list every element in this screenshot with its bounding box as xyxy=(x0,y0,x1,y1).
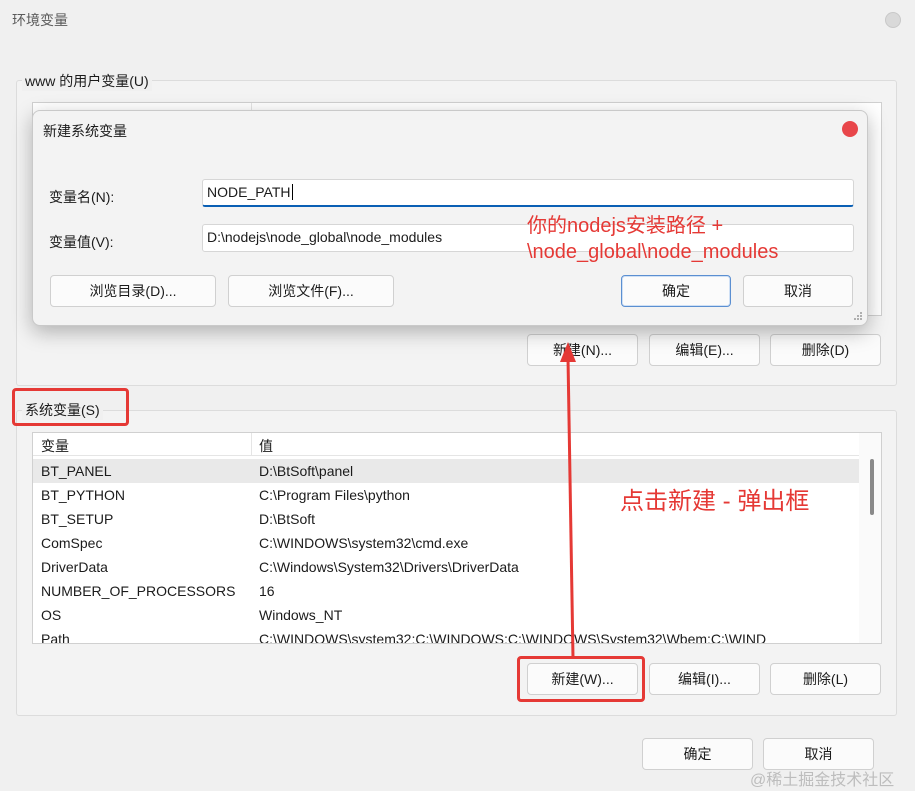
row-name: BT_PYTHON xyxy=(41,487,126,503)
variable-value-text: D:\nodejs\node_global\node_modules xyxy=(207,229,443,245)
user-edit-button[interactable]: 编辑(E)... xyxy=(649,334,760,366)
column-header-name[interactable]: 变量 xyxy=(41,436,69,456)
row-name: Path xyxy=(41,631,70,644)
variable-name-input[interactable]: NODE_PATH xyxy=(202,179,854,207)
row-value: 16 xyxy=(259,583,275,599)
system-edit-button[interactable]: 编辑(I)... xyxy=(649,663,760,695)
table-row[interactable]: DriverData C:\Windows\System32\Drivers\D… xyxy=(33,555,859,579)
scrollbar-thumb[interactable] xyxy=(870,459,874,515)
window-close-icon[interactable] xyxy=(885,12,901,28)
variable-name-label: 变量名(N): xyxy=(49,189,115,205)
row-value: Windows_NT xyxy=(259,607,343,623)
annotation-arrow xyxy=(560,342,576,659)
row-name: BT_PANEL xyxy=(41,463,112,479)
dialog-cancel-button[interactable]: 取消 xyxy=(743,275,853,307)
row-name: DriverData xyxy=(41,559,108,575)
row-value: D:\BtSoft\panel xyxy=(259,463,354,479)
row-value: C:\WINDOWS\system32\cmd.exe xyxy=(259,535,469,551)
table-row[interactable]: NUMBER_OF_PROCESSORS 16 xyxy=(33,579,859,603)
table-row[interactable]: Path C:\WINDOWS\system32;C:\WINDOWS;C:\W… xyxy=(33,627,859,644)
dialog-title: 新建系统变量 xyxy=(43,123,127,139)
row-name: ComSpec xyxy=(41,535,103,551)
column-header-value[interactable]: 值 xyxy=(259,436,273,456)
list-scrollbar[interactable] xyxy=(859,433,881,643)
browse-directory-button[interactable]: 浏览目录(D)... xyxy=(50,275,216,307)
annotation-path-hint-line1: 你的nodejs安装路径 + xyxy=(527,215,724,237)
user-delete-button[interactable]: 删除(D) xyxy=(770,334,881,366)
row-value: C:\Program Files\python xyxy=(259,487,410,503)
browse-file-button[interactable]: 浏览文件(F)... xyxy=(228,275,394,307)
row-name: NUMBER_OF_PROCESSORS xyxy=(41,583,236,599)
highlight-new-button xyxy=(517,656,645,702)
window-title: 环境变量 xyxy=(12,12,68,28)
list-header: 变量 值 xyxy=(33,433,881,456)
resize-grip-icon[interactable] xyxy=(853,311,863,321)
annotation-path-hint-line2: \node_global\node_modules xyxy=(527,241,779,263)
variable-value-label: 变量值(V): xyxy=(49,234,114,250)
table-row[interactable]: OS Windows_NT xyxy=(33,603,859,627)
annotation-click-hint: 点击新建 - 弹出框 xyxy=(620,488,810,515)
row-name: OS xyxy=(41,607,62,623)
row-name: BT_SETUP xyxy=(41,511,114,527)
text-caret xyxy=(291,184,293,200)
watermark: @稀土掘金技术社区 xyxy=(750,772,895,789)
row-value: C:\WINDOWS\system32;C:\WINDOWS;C:\WINDOW… xyxy=(259,631,767,644)
table-row[interactable]: BT_PANEL D:\BtSoft\panel xyxy=(33,459,859,483)
dialog-close-icon[interactable] xyxy=(842,121,858,137)
table-row[interactable]: ComSpec C:\WINDOWS\system32\cmd.exe xyxy=(33,531,859,555)
dialog-ok-button[interactable]: 确定 xyxy=(621,275,731,307)
row-value: C:\Windows\System32\Drivers\DriverData xyxy=(259,559,519,575)
variable-name-text: NODE_PATH xyxy=(207,184,291,200)
highlight-system-vars-label xyxy=(12,388,129,426)
row-value: D:\BtSoft xyxy=(259,511,316,527)
column-divider[interactable] xyxy=(251,433,252,455)
window-ok-button[interactable]: 确定 xyxy=(642,738,753,770)
system-delete-button[interactable]: 删除(L) xyxy=(770,663,881,695)
system-vars-list[interactable]: 变量 值 BT_PANEL D:\BtSoft\panel BT_PYTHON … xyxy=(32,432,882,644)
user-vars-label: www 的用户变量(U) xyxy=(22,71,152,91)
new-system-variable-dialog: 新建系统变量 变量名(N): NODE_PATH 变量值(V): D:\node… xyxy=(32,110,868,326)
